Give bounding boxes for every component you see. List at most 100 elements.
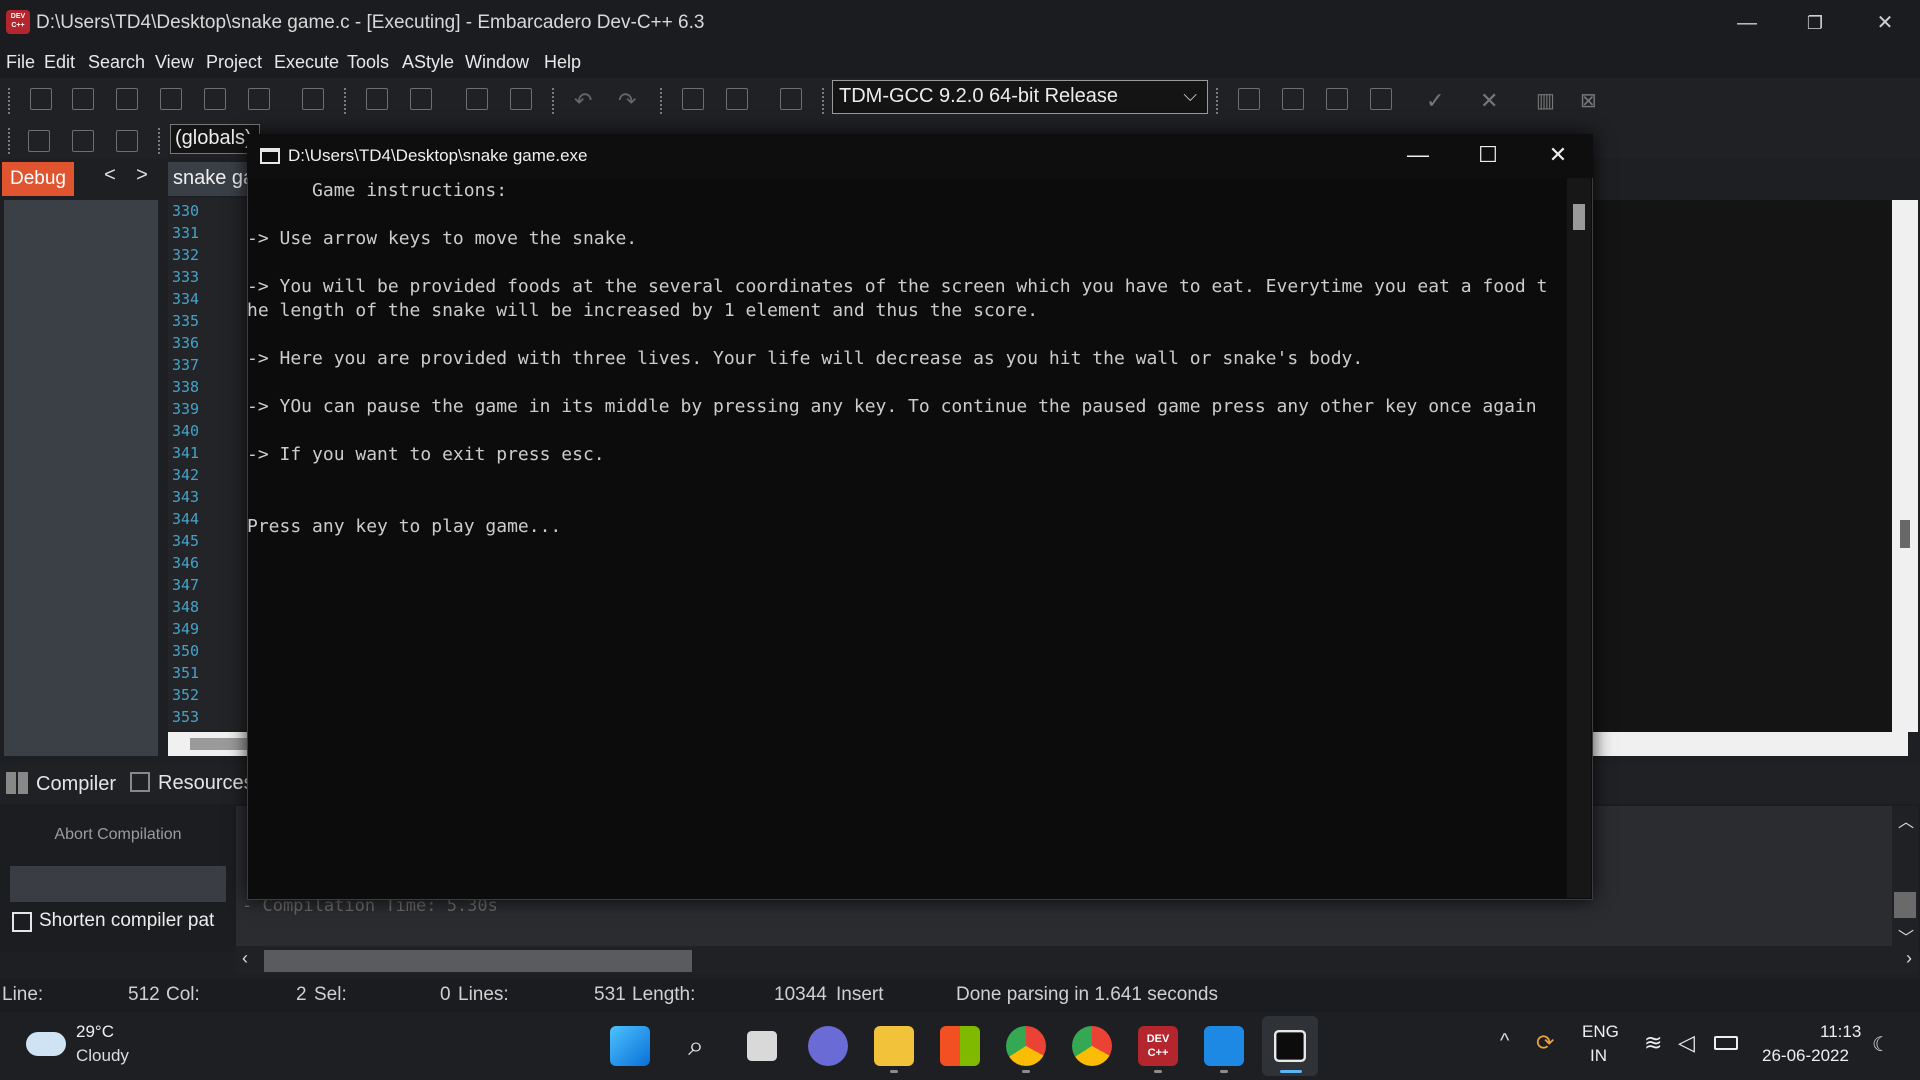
compiler-tab[interactable]: Compiler xyxy=(6,772,116,796)
chrome-profile-icon[interactable] xyxy=(1072,1026,1112,1066)
shorten-compiler-paths-label: Shorten compiler pat xyxy=(39,910,215,931)
status-lines-label: Lines: xyxy=(458,984,509,1005)
find-icon[interactable] xyxy=(366,88,388,110)
menu-astyle[interactable]: AStyle xyxy=(402,52,454,73)
weather-description[interactable]: Cloudy xyxy=(76,1046,129,1066)
redo-icon[interactable]: ↷ xyxy=(618,88,640,113)
search-icon[interactable]: ⌕ xyxy=(676,1026,716,1066)
editor-vertical-scrollbar[interactable] xyxy=(1892,200,1918,732)
new-file-icon[interactable] xyxy=(30,88,52,110)
menu-project[interactable]: Project xyxy=(206,52,262,73)
compiler-select[interactable]: TDM-GCC 9.2.0 64-bit Release ⌵ xyxy=(832,80,1208,114)
layout-grid-icon[interactable] xyxy=(1238,88,1260,110)
chrome-icon[interactable] xyxy=(1006,1026,1046,1066)
line-number: 338 xyxy=(172,378,200,396)
sync-icon[interactable]: ⟳ xyxy=(1536,1030,1554,1056)
devcpp-taskbar-icon[interactable]: DEV C++ xyxy=(1138,1026,1178,1066)
unindent-icon[interactable] xyxy=(510,88,532,110)
calculator-icon[interactable] xyxy=(1326,88,1348,110)
line-number: 344 xyxy=(172,510,200,528)
minimize-button[interactable]: — xyxy=(1724,8,1770,38)
menu-window[interactable]: Window xyxy=(465,52,529,73)
open-file-icon[interactable] xyxy=(72,88,94,110)
wifi-icon[interactable]: ≋ xyxy=(1644,1030,1662,1056)
show-hidden-icons-button[interactable]: ^ xyxy=(1500,1030,1509,1053)
log-scroll-thumb[interactable] xyxy=(1894,892,1916,918)
comment-icon[interactable] xyxy=(780,88,802,110)
scroll-left-icon[interactable]: ‹ xyxy=(242,948,248,969)
line-number: 332 xyxy=(172,246,200,264)
bookmark-list-icon[interactable] xyxy=(116,130,138,152)
scroll-up-icon[interactable]: ︿ xyxy=(1898,808,1914,832)
menu-file[interactable]: File xyxy=(6,52,35,73)
abort-compilation-button[interactable]: Abort Compilation xyxy=(10,818,226,852)
add-to-project-icon[interactable] xyxy=(726,88,748,110)
editor-scroll-thumb[interactable] xyxy=(1900,520,1910,548)
chart-icon[interactable]: ▥ xyxy=(1536,88,1558,112)
log-vertical-scrollbar[interactable]: ︿ ﹀ xyxy=(1892,806,1918,948)
bookmark-icon[interactable] xyxy=(72,130,94,152)
notifications-icon[interactable]: ☾ xyxy=(1872,1032,1890,1057)
undo-icon[interactable]: ↶ xyxy=(574,88,596,113)
menu-view[interactable]: View xyxy=(155,52,194,73)
shorten-compiler-paths-checkbox[interactable] xyxy=(12,912,32,932)
close-all-icon[interactable] xyxy=(248,88,270,110)
language-indicator[interactable]: ENG xyxy=(1582,1022,1619,1042)
new-project-icon[interactable] xyxy=(682,88,704,110)
debug-tab[interactable]: Debug xyxy=(2,162,74,196)
restore-button[interactable]: ❐ xyxy=(1792,8,1838,38)
active-indicator xyxy=(1280,1070,1302,1073)
nav-prev-button[interactable]: < xyxy=(98,164,122,192)
class-browser-icon[interactable] xyxy=(28,130,50,152)
scroll-down-icon[interactable]: ﹀ xyxy=(1898,924,1914,948)
cloud-icon[interactable] xyxy=(26,1032,66,1056)
indent-icon[interactable] xyxy=(466,88,488,110)
log-hscroll-thumb[interactable] xyxy=(264,950,692,972)
toolbar-separator xyxy=(8,128,11,154)
no-chart-icon[interactable]: ⊠ xyxy=(1580,88,1602,112)
clock-date[interactable]: 26-06-2022 xyxy=(1762,1046,1849,1066)
volume-icon[interactable]: ◁ xyxy=(1678,1030,1695,1056)
menu-tools[interactable]: Tools xyxy=(347,52,389,73)
media-player-icon[interactable] xyxy=(1204,1026,1244,1066)
chat-icon[interactable] xyxy=(808,1026,848,1066)
check-icon[interactable]: ✓ xyxy=(1426,88,1448,113)
line-number: 353 xyxy=(172,708,200,726)
line-number: 343 xyxy=(172,488,200,506)
save-icon[interactable] xyxy=(116,88,138,110)
battery-icon[interactable] xyxy=(1714,1036,1738,1050)
save-all-icon[interactable] xyxy=(160,88,182,110)
console-taskbar-icon[interactable] xyxy=(1274,1030,1306,1062)
menu-execute[interactable]: Execute xyxy=(274,52,339,73)
menu-search[interactable]: Search xyxy=(88,52,145,73)
cross-icon[interactable]: ✕ xyxy=(1480,88,1502,113)
code-editor-area[interactable] xyxy=(1594,200,1892,732)
console-close-button[interactable]: ✕ xyxy=(1530,140,1586,170)
line-number: 337 xyxy=(172,356,200,374)
close-file-icon[interactable] xyxy=(204,88,226,110)
menu-edit[interactable]: Edit xyxy=(44,52,75,73)
console-maximize-button[interactable]: ☐ xyxy=(1460,140,1516,170)
print-icon[interactable] xyxy=(302,88,324,110)
windows-start-icon[interactable] xyxy=(610,1026,650,1066)
console-minimize-button[interactable]: — xyxy=(1390,140,1446,170)
editor-hscroll-thumb[interactable] xyxy=(190,738,248,750)
microsoft-store-icon[interactable] xyxy=(940,1026,980,1066)
clock-time[interactable]: 11:13 xyxy=(1820,1022,1861,1042)
scroll-right-icon[interactable]: › xyxy=(1906,948,1912,969)
close-button[interactable]: ✕ xyxy=(1862,8,1908,38)
weather-temperature[interactable]: 29°C xyxy=(76,1022,114,1042)
editor-file-tab[interactable]: snake game.c xyxy=(168,162,248,196)
window-layout-icon[interactable] xyxy=(1282,88,1304,110)
task-view-icon[interactable] xyxy=(747,1031,777,1061)
file-explorer-icon[interactable] xyxy=(874,1026,914,1066)
resources-tab[interactable]: Resources xyxy=(130,772,254,795)
console-scroll-thumb[interactable] xyxy=(1573,204,1585,230)
menu-help[interactable]: Help xyxy=(544,52,581,73)
language-region[interactable]: IN xyxy=(1590,1046,1607,1066)
console-scrollbar[interactable] xyxy=(1567,178,1591,898)
nav-next-button[interactable]: > xyxy=(130,164,154,192)
replace-icon[interactable] xyxy=(410,88,432,110)
line-number: 351 xyxy=(172,664,200,682)
tiles-icon[interactable] xyxy=(1370,88,1392,110)
